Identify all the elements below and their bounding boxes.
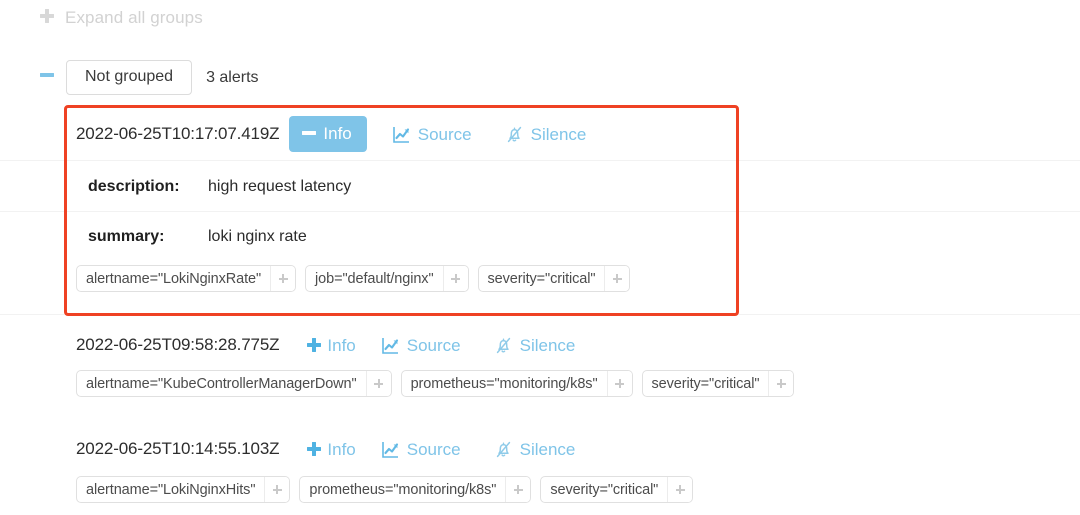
label-chip-text: job="default/nginx" [315,270,434,287]
alert-row: 2022-06-25T10:17:07.419Z Info Source Sil… [76,116,587,152]
annotation-value: loki nginx rate [208,228,307,245]
info-button-label: Info [327,335,356,355]
label-chip-add-button[interactable] [264,477,290,502]
label-chip-text: severity="critical" [550,481,659,498]
silence-link[interactable]: Silence [494,439,576,459]
source-link-label: Source [417,124,472,144]
label-chip-add-button[interactable] [667,477,693,502]
minus-icon [302,125,317,142]
label-chip-list: alertname="LokiNginxRate" job="default/n… [76,265,631,292]
label-chip-text: severity="critical" [487,270,596,287]
annotation-key: summary: [88,228,165,245]
label-chip-text: severity="critical" [651,375,760,392]
label-chip-add-button[interactable] [442,266,468,291]
label-chip-add-button[interactable] [365,371,391,396]
annotation-value: high request latency [208,178,352,195]
silence-link-label: Silence [530,124,587,144]
row-divider [0,211,1080,212]
label-chip-text: prometheus="monitoring/k8s" [309,481,497,498]
minus-icon[interactable] [40,68,54,87]
plus-icon [307,337,322,354]
label-chip-add-button[interactable] [606,371,632,396]
bell-slash-icon [494,336,513,355]
silence-link[interactable]: Silence [494,335,576,355]
plus-icon [40,8,54,28]
annotation-row: description: high request latency [88,178,351,196]
silence-link-label: Silence [519,439,576,459]
label-chip[interactable]: alertname="LokiNginxRate" [76,265,297,292]
chart-line-icon [381,336,400,355]
source-link-label: Source [406,335,461,355]
expand-all-groups-button[interactable]: Expand all groups [40,8,203,28]
label-chip[interactable]: alertname="LokiNginxHits" [76,476,291,503]
info-button-label: Info [323,124,352,143]
label-chip-add-button[interactable] [505,477,531,502]
label-chip-text: alertname="LokiNginxRate" [86,270,262,287]
bell-slash-icon [494,440,513,459]
source-link-label: Source [406,439,461,459]
plus-icon [307,441,322,458]
label-chip-list: alertname="KubeControllerManagerDown" pr… [76,370,795,397]
label-chip[interactable]: severity="critical" [540,476,694,503]
annotation-row: summary: loki nginx rate [88,228,307,246]
bell-slash-icon [505,125,524,144]
info-toggle-button[interactable]: Info [307,335,356,355]
info-button-label: Info [327,439,356,459]
alert-count-label: 3 alerts [206,68,259,86]
label-chip[interactable]: prometheus="monitoring/k8s" [400,370,633,397]
silence-link-label: Silence [519,335,576,355]
alert-timestamp: 2022-06-25T09:58:28.775Z [76,335,280,354]
silence-link[interactable]: Silence [505,124,587,144]
alert-row: 2022-06-25T09:58:28.775Z Info Source Sil… [76,330,575,360]
label-chip[interactable]: severity="critical" [477,265,631,292]
label-chip[interactable]: job="default/nginx" [305,265,469,292]
label-chip[interactable]: alertname="KubeControllerManagerDown" [76,370,392,397]
label-chip-text: prometheus="monitoring/k8s" [410,375,598,392]
label-chip-add-button[interactable] [270,266,296,291]
label-chip[interactable]: severity="critical" [641,370,795,397]
alert-row: 2022-06-25T10:14:55.103Z Info Source Sil… [76,434,575,464]
row-divider [0,314,1080,315]
group-header: Not grouped 3 alerts [40,60,259,95]
row-divider [0,160,1080,161]
source-link[interactable]: Source [381,336,461,355]
chart-line-icon [392,125,411,144]
label-chip-add-button[interactable] [604,266,630,291]
label-chip-text: alertname="LokiNginxHits" [86,481,256,498]
expand-all-groups-label: Expand all groups [65,8,203,27]
alert-list-page: Expand all groups Not grouped 3 alerts 2… [0,0,1080,515]
group-filter-button[interactable]: Not grouped [66,60,193,95]
label-chip-text: alertname="KubeControllerManagerDown" [86,375,357,392]
source-link[interactable]: Source [392,125,472,144]
label-chip-list: alertname="LokiNginxHits" prometheus="mo… [76,476,694,503]
alert-timestamp: 2022-06-25T10:14:55.103Z [76,439,280,458]
source-link[interactable]: Source [381,440,461,459]
info-toggle-button[interactable]: Info [307,439,356,459]
label-chip[interactable]: prometheus="monitoring/k8s" [299,476,532,503]
label-chip-add-button[interactable] [768,371,794,396]
chart-line-icon [381,440,400,459]
annotation-key: description: [88,178,180,195]
info-toggle-button[interactable]: Info [289,116,367,152]
alert-timestamp: 2022-06-25T10:17:07.419Z [76,124,280,143]
